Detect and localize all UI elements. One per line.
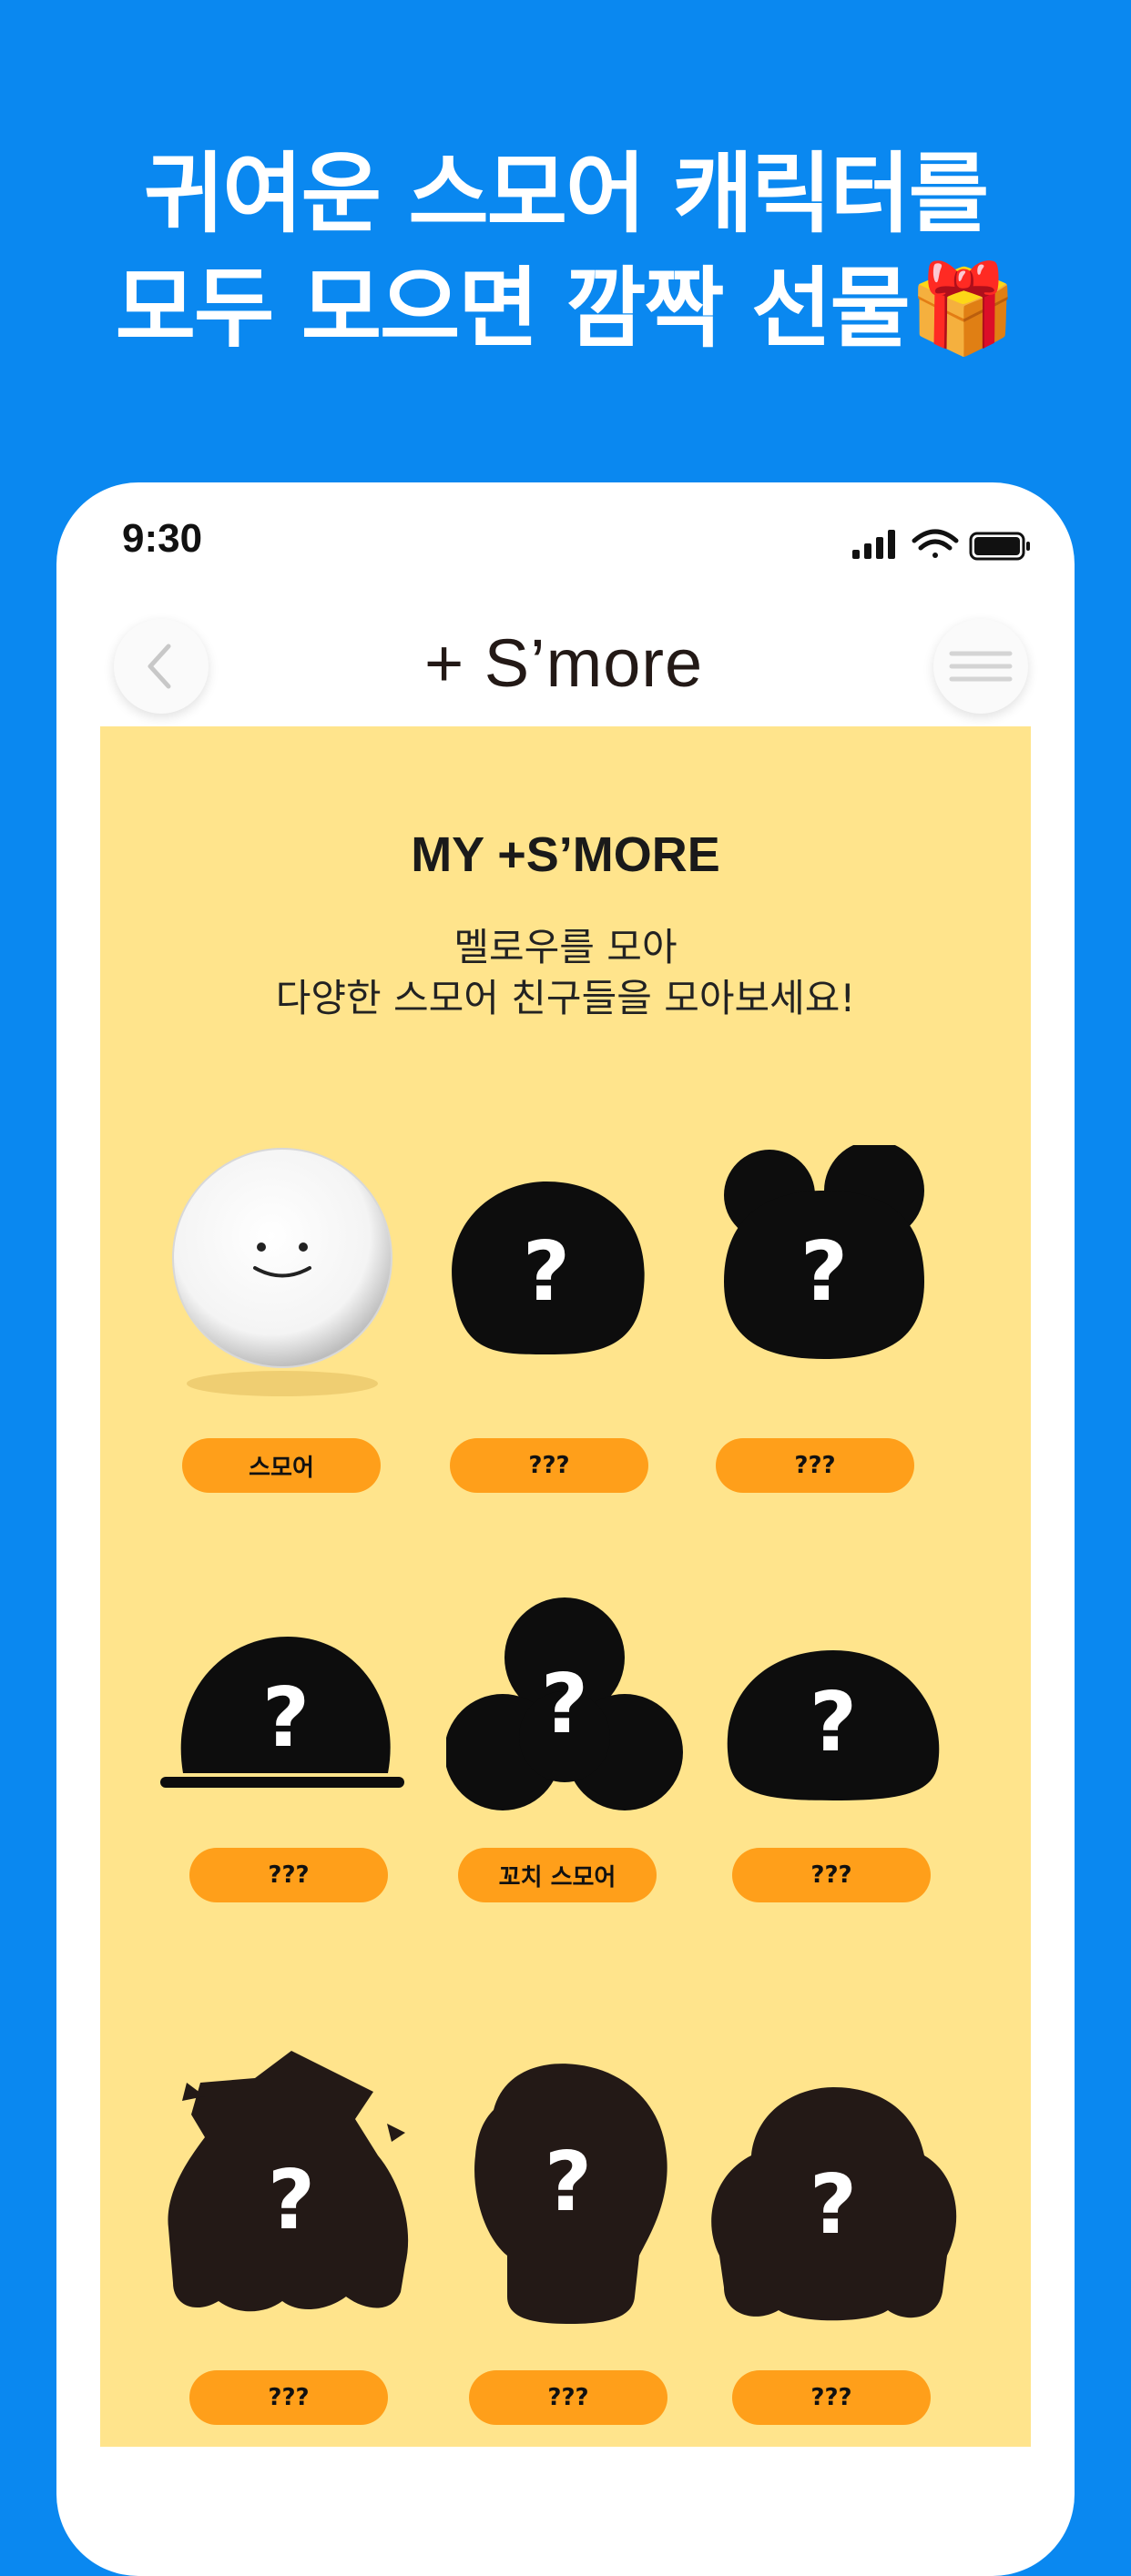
- chevron-left-icon: [148, 644, 171, 689]
- promo-headline: 귀여운 스모어 캐릭터를 모두 모으면 깜짝 선물🎁: [0, 137, 1131, 366]
- svg-text:?: ?: [268, 2153, 315, 2248]
- headline-line-2: 모두 모으면 깜짝 선물🎁: [115, 258, 1018, 360]
- collection-title: MY +S’MORE: [411, 827, 720, 882]
- collection-subtitle: 멜로우를 모아 다양한 스모어 친구들을 모아보세요!: [100, 922, 1031, 1024]
- collection-panel: MY +S’MORE 멜로우를 모아 다양한 스모어 친구들을 모아보세요! ?…: [100, 726, 1031, 2447]
- status-time: 9:30: [122, 516, 203, 561]
- battery-icon: [969, 532, 1030, 561]
- status-icons: [852, 529, 1030, 561]
- character-label: ???: [450, 1438, 648, 1493]
- svg-text:?: ?: [810, 1675, 857, 1770]
- character-label: 꼬치 스모어: [458, 1848, 657, 1902]
- subtitle-line-2: 다양한 스모어 친구들을 모아보세요!: [275, 976, 856, 1020]
- locked-character-3[interactable]: ?: [719, 1145, 929, 1364]
- locked-character-6[interactable]: ?: [719, 1641, 947, 1805]
- wifi-icon: [912, 529, 959, 558]
- svg-text:?: ?: [810, 2157, 857, 2253]
- svg-text:?: ?: [541, 1657, 588, 1752]
- svg-text:?: ?: [545, 2135, 592, 2230]
- locked-character-8[interactable]: ?: [466, 2055, 676, 2328]
- app-logo: + S’more: [424, 625, 704, 701]
- character-label: 스모어: [182, 1438, 381, 1493]
- svg-text:?: ?: [800, 1224, 848, 1320]
- locked-character-4[interactable]: ?: [160, 1628, 406, 1800]
- character-label: ???: [732, 2370, 931, 2425]
- signal-icon: [852, 530, 895, 559]
- headline-line-1: 귀여운 스모어 캐릭터를: [143, 143, 989, 245]
- svg-text:?: ?: [262, 1670, 310, 1766]
- character-label: ???: [716, 1438, 914, 1493]
- svg-text:?: ?: [523, 1224, 570, 1320]
- back-button[interactable]: [114, 619, 209, 714]
- character-label: ???: [189, 1848, 388, 1902]
- character-label: ???: [189, 2370, 388, 2425]
- locked-character-5[interactable]: ?: [446, 1596, 683, 1814]
- smore-character[interactable]: [164, 1145, 401, 1409]
- character-label: ???: [469, 2370, 667, 2425]
- locked-character-7[interactable]: ?: [164, 2046, 419, 2319]
- subtitle-line-1: 멜로우를 모아: [453, 925, 678, 969]
- menu-button[interactable]: [933, 619, 1028, 714]
- character-label: ???: [732, 1848, 931, 1902]
- locked-character-9[interactable]: ?: [706, 2074, 961, 2328]
- locked-character-2[interactable]: ?: [437, 1172, 656, 1364]
- hamburger-icon: [949, 651, 1013, 682]
